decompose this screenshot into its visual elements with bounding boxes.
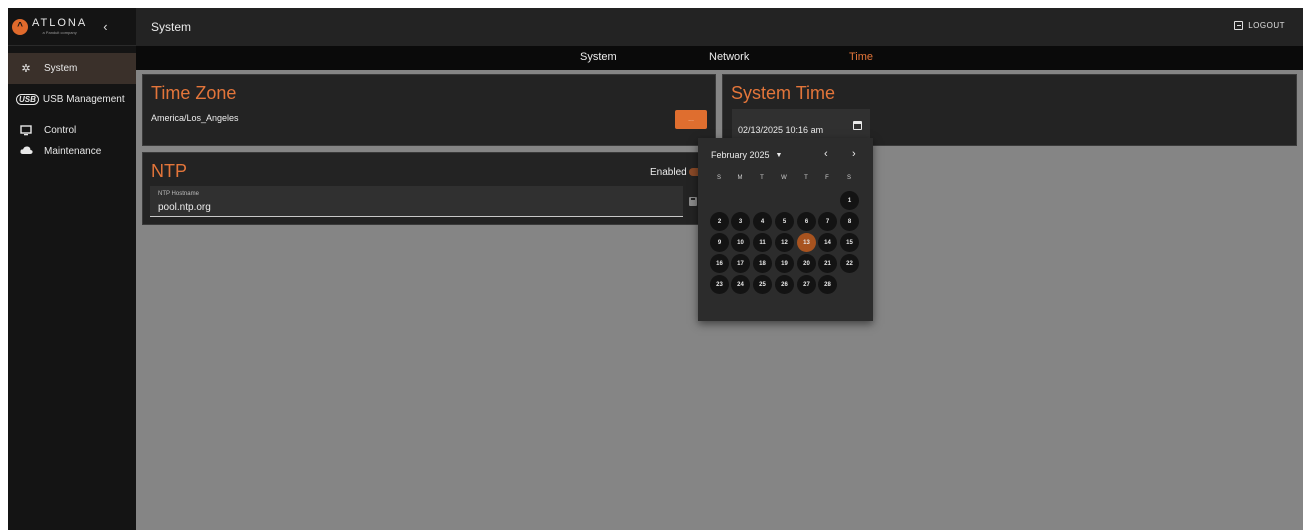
calendar-day[interactable]: 24 [731, 275, 750, 294]
calendar-icon[interactable] [853, 121, 862, 130]
calendar-day[interactable]: 20 [797, 254, 816, 273]
calendar-day[interactable]: 26 [775, 275, 794, 294]
ntp-card: NTP Enabled NTP Hostname pool.ntp.org [142, 152, 719, 225]
calendar-day[interactable]: 14 [818, 233, 837, 252]
calendar-day[interactable]: 11 [753, 233, 772, 252]
tab-bar: System Network Time [136, 46, 1303, 70]
usb-icon: USB [16, 94, 39, 105]
ntp-hostname-value: pool.ntp.org [158, 202, 211, 213]
weekday-header: T [804, 175, 808, 181]
logout-button[interactable]: LOGOUT [1234, 21, 1285, 30]
calendar-day[interactable]: 19 [775, 254, 794, 273]
next-month-icon[interactable]: › [852, 148, 856, 160]
atlona-logo-icon: ^ [12, 18, 28, 35]
timezone-value: America/Los_Angeles [151, 113, 239, 123]
weekday-header: W [781, 175, 787, 181]
calendar-day[interactable]: 6 [797, 212, 816, 231]
sidebar-item-system[interactable]: ✲ System [8, 53, 136, 84]
calendar-day[interactable]: 23 [710, 275, 729, 294]
sidebar-item-usb-management[interactable]: USB USB Management [8, 84, 136, 115]
sidebar-item-label: System [44, 63, 78, 74]
calendar-day[interactable]: 21 [818, 254, 837, 273]
ntp-hostname-label: NTP Hostname [158, 191, 199, 197]
select-timezone-button[interactable]: ... [675, 110, 707, 129]
tab-time[interactable]: Time [849, 51, 873, 63]
timezone-title: Time Zone [151, 83, 237, 103]
monitor-icon [8, 125, 44, 136]
calendar-day[interactable]: 25 [753, 275, 772, 294]
caret-down-icon: ▼ [775, 151, 783, 159]
calendar-day[interactable]: 27 [797, 275, 816, 294]
save-icon[interactable] [689, 197, 697, 206]
tab-system[interactable]: System [580, 51, 617, 63]
calendar-day[interactable]: 15 [840, 233, 859, 252]
calendar-day[interactable]: 2 [710, 212, 729, 231]
calendar-day[interactable]: 7 [818, 212, 837, 231]
ntp-hostname-field[interactable]: NTP Hostname pool.ntp.org [150, 186, 683, 217]
calendar-day[interactable]: 10 [731, 233, 750, 252]
calendar-day[interactable]: 28 [818, 275, 837, 294]
system-time-value: 02/13/2025 10:16 am [738, 125, 824, 135]
weekday-header: F [825, 175, 829, 181]
app-window: ^ ATLONA a Panduit company ‹ ✲ System US… [8, 8, 1303, 530]
sidebar-item-label: USB Management [42, 94, 125, 105]
top-bar: System LOGOUT [136, 8, 1303, 46]
ntp-title: NTP [151, 161, 187, 181]
calendar-day-selected[interactable]: 13 [797, 233, 816, 252]
calendar-day[interactable]: 8 [840, 212, 859, 231]
ntp-enabled-label: Enabled [650, 167, 687, 178]
month-label: February 2025 [711, 150, 770, 160]
calendar-day[interactable]: 17 [731, 254, 750, 273]
cloud-check-icon [8, 146, 44, 155]
system-time-card: System Time 02/13/2025 10:16 am [722, 74, 1297, 146]
timezone-card: Time Zone America/Los_Angeles ... [142, 74, 716, 146]
weekday-header: M [737, 175, 743, 181]
gear-icon: ✲ [21, 63, 31, 75]
calendar-day[interactable]: 3 [731, 212, 750, 231]
sidebar-item-label: Maintenance [44, 146, 102, 157]
brand-name: ATLONA [32, 17, 88, 29]
calendar-day[interactable]: 5 [775, 212, 794, 231]
weekday-header: S [846, 175, 851, 181]
calendar-day[interactable]: 18 [753, 254, 772, 273]
calendar-day[interactable]: 16 [710, 254, 729, 273]
sidebar-item-label: Control [44, 125, 77, 136]
calendar-day[interactable]: 22 [840, 254, 859, 273]
collapse-sidebar-icon[interactable]: ‹ [103, 19, 107, 34]
weekday-header: S [716, 175, 721, 181]
calendar-day[interactable]: 12 [775, 233, 794, 252]
sidebar-item-control[interactable]: Control [8, 115, 136, 146]
calendar-day[interactable]: 4 [753, 212, 772, 231]
sidebar: ^ ATLONA a Panduit company ‹ ✲ System US… [8, 8, 136, 530]
page-title: System [151, 20, 192, 34]
previous-month-icon[interactable]: ‹ [824, 148, 828, 160]
calendar-day[interactable]: 1 [840, 191, 859, 210]
logout-label: LOGOUT [1248, 21, 1285, 30]
date-picker-popup: February 2025 ▼ ‹ › S M T W T F S 1 2 3 4 5 6 7 8 9 10 11… [698, 138, 873, 321]
brand-subtitle: a Panduit company [42, 30, 77, 35]
system-time-title: System Time [731, 83, 836, 103]
weekday-header: T [760, 175, 764, 181]
month-select[interactable]: February 2025 ▼ [711, 150, 782, 160]
brand: ^ ATLONA a Panduit company ‹ [8, 8, 136, 46]
tab-network[interactable]: Network [709, 51, 749, 63]
calendar-day[interactable]: 9 [710, 233, 729, 252]
sidebar-item-maintenance[interactable]: Maintenance [8, 146, 136, 168]
logout-icon [1234, 21, 1244, 30]
